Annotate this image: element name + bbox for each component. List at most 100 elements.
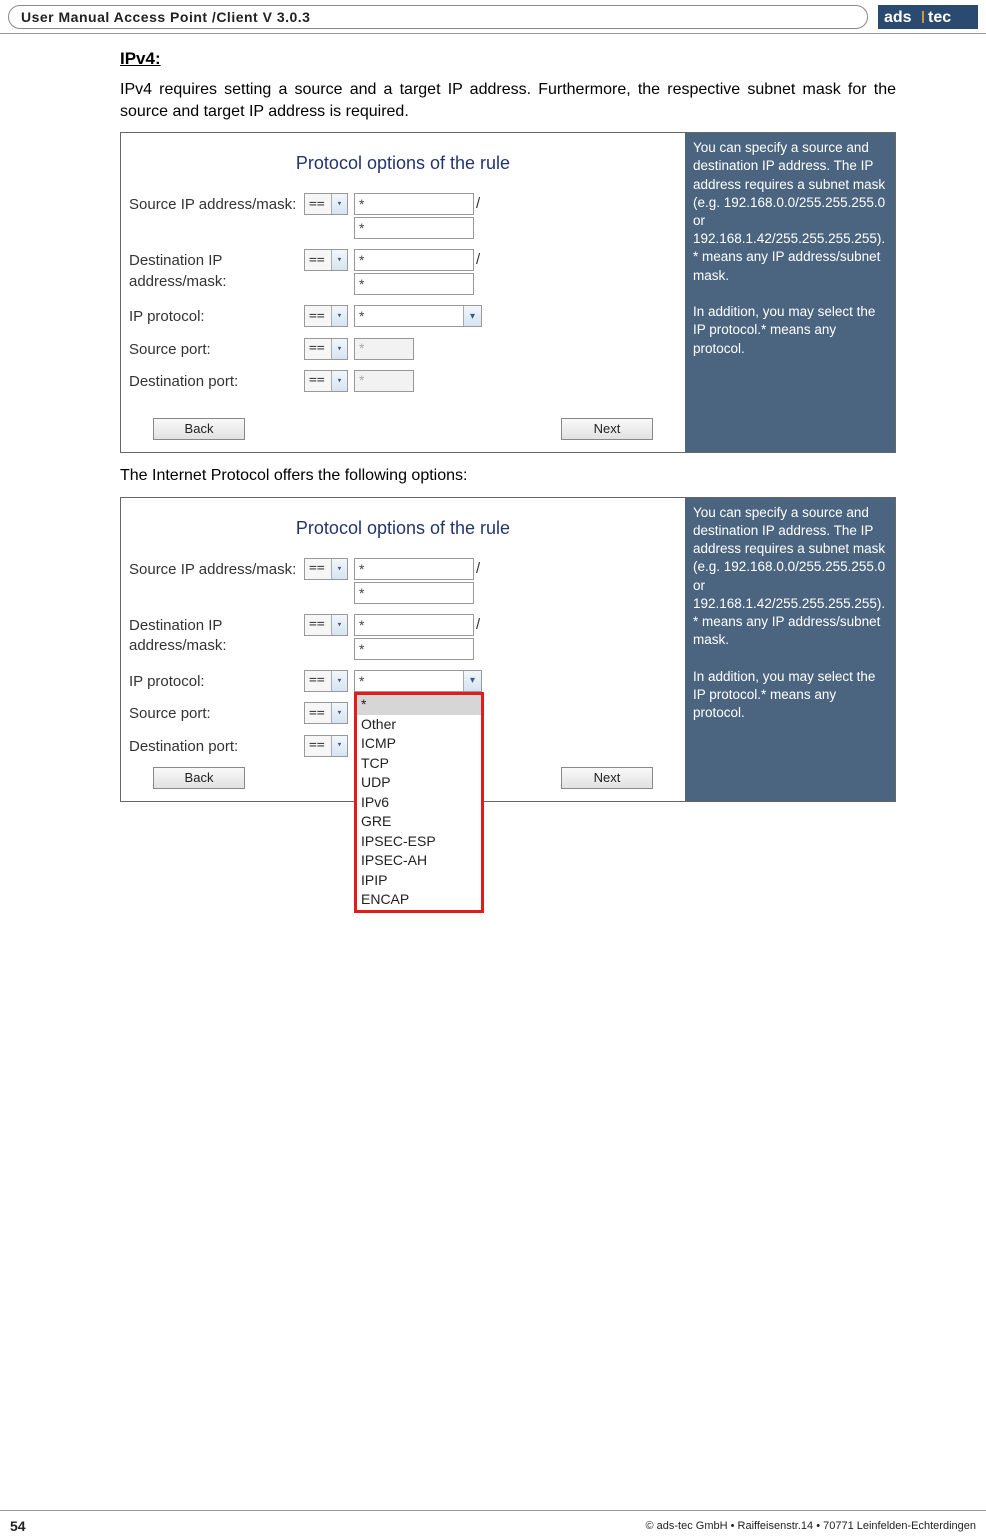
- op-select-source-ip[interactable]: == ▾: [304, 558, 348, 580]
- mid-paragraph: The Internet Protocol offers the followi…: [120, 465, 896, 487]
- source-mask-input[interactable]: *: [354, 582, 474, 604]
- op-select-protocol[interactable]: == ▾: [304, 305, 348, 327]
- chevron-down-icon: ▾: [331, 736, 347, 756]
- chevron-down-icon: ▾: [331, 306, 347, 326]
- op-text: ==: [305, 616, 325, 634]
- back-button[interactable]: Back: [153, 767, 245, 789]
- panel2-main: Protocol options of the rule Source IP a…: [121, 498, 685, 801]
- svg-text:tec: tec: [928, 9, 951, 26]
- panel-protocol-options-1: Protocol options of the rule Source IP a…: [120, 132, 896, 453]
- row-source-port: Source port: == ▾ *: [129, 338, 677, 360]
- next-button[interactable]: Next: [561, 418, 653, 440]
- dest-ip-inputs: * / *: [354, 614, 482, 660]
- dest-ip-input[interactable]: *: [354, 614, 474, 636]
- dropdown-item[interactable]: IPIP: [357, 871, 481, 891]
- op-text: ==: [305, 252, 325, 270]
- page-number: 54: [10, 1518, 26, 1534]
- label-dest-port: Destination port:: [129, 370, 304, 392]
- intro-paragraph: IPv4 requires setting a source and a tar…: [120, 79, 896, 122]
- panel1-help: You can specify a source and destination…: [685, 133, 895, 452]
- op-select-protocol[interactable]: == ▾: [304, 670, 348, 692]
- chevron-down-icon: ▾: [331, 250, 347, 270]
- dropdown-item[interactable]: *: [357, 695, 481, 715]
- op-select-dest-port[interactable]: == ▾: [304, 735, 348, 757]
- label-source-port: Source port:: [129, 338, 304, 360]
- chevron-down-icon: ▾: [331, 194, 347, 214]
- slash: /: [476, 615, 480, 635]
- op-text: ==: [305, 560, 325, 578]
- dropdown-item[interactable]: TCP: [357, 754, 481, 774]
- source-ip-inputs: * / *: [354, 558, 482, 604]
- op-select-dest-ip[interactable]: == ▾: [304, 249, 348, 271]
- panel2-help-text: You can specify a source and destination…: [693, 505, 885, 720]
- row-dest-port: Destination port: == ▾ *: [129, 370, 677, 392]
- op-select-source-port[interactable]: == ▾: [304, 702, 348, 724]
- chevron-down-icon: ▾: [463, 306, 481, 326]
- protocol-value: *: [359, 672, 364, 691]
- header-title-text: User Manual Access Point /Client V 3.0.3: [21, 9, 310, 25]
- dest-port-input[interactable]: *: [354, 370, 414, 392]
- page-footer: 54 © ads-tec GmbH • Raiffeisenstr.14 • 7…: [0, 1510, 986, 1540]
- dropdown-item[interactable]: ENCAP: [357, 890, 481, 910]
- source-ip-input[interactable]: *: [354, 193, 474, 215]
- slash: /: [476, 250, 480, 270]
- label-source-port: Source port:: [129, 702, 304, 724]
- dropdown-item[interactable]: UDP: [357, 773, 481, 793]
- source-ip-inputs: * / *: [354, 193, 482, 239]
- dest-mask-input[interactable]: *: [354, 638, 474, 660]
- dropdown-item[interactable]: IPv6: [357, 793, 481, 813]
- op-text: ==: [305, 705, 325, 723]
- slash: /: [476, 194, 480, 214]
- dropdown-item[interactable]: Other: [357, 715, 481, 735]
- label-ip-protocol: IP protocol:: [129, 670, 304, 692]
- dest-mask-input[interactable]: *: [354, 273, 474, 295]
- label-source-ip: Source IP address/mask:: [129, 193, 304, 215]
- protocol-value: *: [359, 307, 364, 326]
- chevron-down-icon: ▾: [463, 671, 481, 691]
- op-select-source-port[interactable]: == ▾: [304, 338, 348, 360]
- back-button[interactable]: Back: [153, 418, 245, 440]
- source-ip-input[interactable]: *: [354, 558, 474, 580]
- dropdown-item[interactable]: GRE: [357, 812, 481, 832]
- op-select-dest-ip[interactable]: == ▾: [304, 614, 348, 636]
- op-text: ==: [305, 308, 325, 326]
- op-select-source-ip[interactable]: == ▾: [304, 193, 348, 215]
- protocol-select-open[interactable]: * ▾: [354, 670, 482, 692]
- dest-ip-inputs: * / *: [354, 249, 482, 295]
- dropdown-item[interactable]: IPSEC-ESP: [357, 832, 481, 852]
- svg-text:ads: ads: [884, 9, 912, 26]
- row-source-ip: Source IP address/mask: == ▾ * / *: [129, 193, 677, 239]
- op-select-dest-port[interactable]: == ▾: [304, 370, 348, 392]
- protocol-select[interactable]: * ▾: [354, 305, 482, 327]
- row-source-ip-2: Source IP address/mask: == ▾ * / *: [129, 558, 677, 604]
- adstec-logo-icon: ads tec: [878, 5, 978, 29]
- row-dest-ip: Destination IP address/mask: == ▾ * / *: [129, 249, 677, 295]
- panel1-buttons: Back Next: [129, 418, 677, 440]
- chevron-down-icon: ▾: [331, 371, 347, 391]
- op-text: ==: [305, 672, 325, 690]
- page-content: IPv4: IPv4 requires setting a source and…: [0, 34, 986, 802]
- panel2-title: Protocol options of the rule: [129, 516, 677, 540]
- row-ip-protocol: IP protocol: == ▾ * ▾: [129, 305, 677, 327]
- op-text: ==: [305, 737, 325, 755]
- panel2-help: You can specify a source and destination…: [685, 498, 895, 801]
- dropdown-item[interactable]: IPSEC-AH: [357, 851, 481, 871]
- op-text: ==: [305, 372, 325, 390]
- dropdown-item[interactable]: ICMP: [357, 734, 481, 754]
- chevron-down-icon: ▾: [331, 339, 347, 359]
- row-dest-ip-2: Destination IP address/mask: == ▾ * / *: [129, 614, 677, 660]
- protocol-dropdown[interactable]: * Other ICMP TCP UDP IPv6 GRE IPSEC-ESP …: [354, 692, 484, 913]
- chevron-down-icon: ▾: [331, 703, 347, 723]
- next-button[interactable]: Next: [561, 767, 653, 789]
- label-dest-port: Destination port:: [129, 735, 304, 757]
- row-ip-protocol-2: IP protocol: == ▾ * ▾ * Other ICMP TCP U…: [129, 670, 677, 692]
- slash: /: [476, 559, 480, 579]
- header-title: User Manual Access Point /Client V 3.0.3: [8, 5, 868, 29]
- op-text: ==: [305, 340, 325, 358]
- label-dest-ip: Destination IP address/mask:: [129, 614, 304, 657]
- source-port-input[interactable]: *: [354, 338, 414, 360]
- source-mask-input[interactable]: *: [354, 217, 474, 239]
- label-source-ip: Source IP address/mask:: [129, 558, 304, 580]
- dest-ip-input[interactable]: *: [354, 249, 474, 271]
- op-text: ==: [305, 196, 325, 214]
